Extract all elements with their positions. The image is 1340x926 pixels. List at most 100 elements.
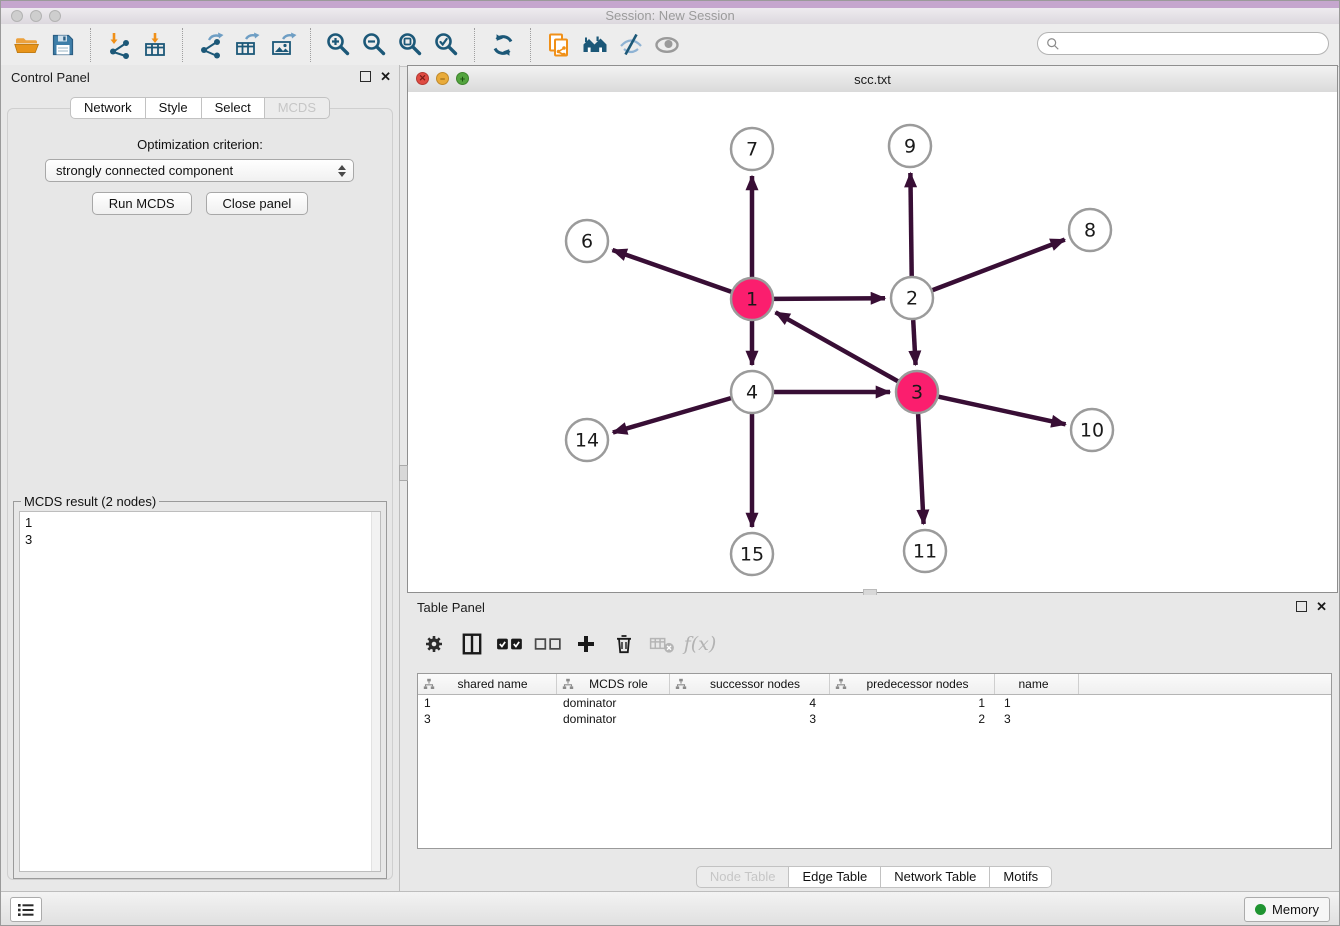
close-panel-icon[interactable]: ✕ [380,70,391,83]
zoom-in-button[interactable] [321,27,357,63]
graph-node-6[interactable]: 6 [566,220,608,262]
graph-edge-1-6[interactable] [613,250,732,292]
vertical-splitter-handle[interactable] [399,465,408,481]
cell-successor-nodes[interactable]: 4 [670,695,830,711]
svg-text:14: 14 [575,430,599,452]
graph-edge-3-1[interactable] [776,312,898,381]
tab-node-table[interactable]: Node Table [696,866,790,888]
graph-node-15[interactable]: 15 [731,533,773,575]
tab-style[interactable]: Style [145,97,202,119]
tab-network[interactable]: Network [70,97,146,119]
tab-network-table[interactable]: Network Table [880,866,990,888]
cell-mcds-role[interactable]: dominator [557,695,670,711]
open-session-button[interactable] [9,27,45,63]
cell-mcds-role[interactable]: dominator [557,711,670,727]
os-titlebar: Session: New Session [1,1,1339,25]
run-mcds-button[interactable]: Run MCDS [92,192,192,215]
cell-name[interactable]: 3 [995,711,1079,727]
import-network-button[interactable] [101,27,137,63]
table-panel-title: Table Panel [417,600,485,615]
graph-edge-4-14[interactable] [613,398,731,432]
close-table-panel-icon[interactable]: ✕ [1316,600,1327,613]
network-window-titlebar[interactable]: ✕ − + scc.txt [408,66,1337,93]
cell-predecessor-nodes[interactable]: 1 [830,695,995,711]
column-header-shared-name[interactable]: shared name [418,674,557,694]
global-search[interactable] [1037,32,1329,55]
cell-predecessor-nodes[interactable]: 2 [830,711,995,727]
zoom-out-button[interactable] [357,27,393,63]
show-columns-button[interactable] [455,629,489,659]
delete-column-button[interactable] [607,629,641,659]
cell-shared-name[interactable]: 1 [418,695,557,711]
home-browser-button[interactable] [577,27,613,63]
graph-edge-2-3[interactable] [913,320,915,365]
zoom-selected-button[interactable] [429,27,465,63]
graph-edge-2-8[interactable] [933,240,1065,291]
export-table-button[interactable] [229,27,265,63]
fit-content-button[interactable] [393,27,429,63]
graph-node-14[interactable]: 14 [566,419,608,461]
control-panel-tabs: Network Style Select MCDS [1,97,399,119]
create-column-button[interactable] [569,629,603,659]
svg-text:10: 10 [1080,420,1104,442]
deselect-all-columns-button[interactable] [531,629,565,659]
save-session-button[interactable] [45,27,81,63]
graph-node-9[interactable]: 9 [889,125,931,167]
close-panel-button[interactable]: Close panel [206,192,309,215]
column-header-mcds-role[interactable]: MCDS role [557,674,670,694]
column-header-successor-nodes[interactable]: successor nodes [670,674,830,694]
trash-icon [613,633,635,655]
graph-node-11[interactable]: 11 [904,530,946,572]
float-panel-icon[interactable] [360,71,371,82]
cytoscape-window: Session: New Session [0,0,1340,926]
function-builder-button[interactable]: f(x) [683,629,717,659]
criterion-dropdown[interactable]: strongly connected component [45,159,354,182]
table-row[interactable]: 1 dominator 4 1 1 [418,695,1331,711]
cell-shared-name[interactable]: 3 [418,711,557,727]
export-image-button[interactable] [265,27,301,63]
graph-edge-3-10[interactable] [939,397,1066,425]
graph-node-10[interactable]: 10 [1071,409,1113,451]
graph-edge-3-11[interactable] [918,414,924,524]
graph-node-1[interactable]: 1 [731,278,773,320]
graph-node-3[interactable]: 3 [896,371,938,413]
import-table-button[interactable] [137,27,173,63]
column-header-predecessor-nodes[interactable]: predecessor nodes [830,674,995,694]
network-canvas[interactable]: 7 9 6 8 1 2 4 3 14 10 15 11 [408,92,1337,592]
table-settings-button[interactable] [417,629,451,659]
export-network-button[interactable] [193,27,229,63]
cell-name[interactable]: 1 [995,695,1079,711]
clone-network-button[interactable] [541,27,577,63]
graph-node-8[interactable]: 8 [1069,209,1111,251]
delete-table-button[interactable] [645,629,679,659]
graph-edge-1-2[interactable] [774,298,885,299]
table-row[interactable]: 3 dominator 3 2 3 [418,711,1331,727]
cell-successor-nodes[interactable]: 3 [670,711,830,727]
hide-selected-button[interactable] [613,27,649,63]
toolbar-separator [310,28,312,62]
task-history-button[interactable] [10,897,42,922]
table-panel-tabs: Node Table Edge Table Network Table Moti… [407,866,1340,888]
memory-button[interactable]: Memory [1244,897,1330,922]
select-all-columns-button[interactable] [493,629,527,659]
tab-edge-table[interactable]: Edge Table [788,866,881,888]
result-scrollbar[interactable] [371,512,380,871]
mcds-result-list[interactable]: 1 3 [19,511,381,872]
toolbar-separator [530,28,532,62]
tab-mcds[interactable]: MCDS [264,97,330,119]
dropdown-stepper-icon [338,165,346,177]
graph-node-7[interactable]: 7 [731,128,773,170]
column-header-name[interactable]: name [995,674,1079,694]
tab-select[interactable]: Select [201,97,265,119]
tab-motifs[interactable]: Motifs [989,866,1052,888]
show-all-button[interactable] [649,27,685,63]
float-table-panel-icon[interactable] [1296,601,1307,612]
clone-network-icon [545,31,573,59]
control-panel-title: Control Panel [11,70,90,85]
search-input[interactable] [1065,35,1320,52]
refresh-layout-button[interactable] [485,27,521,63]
graph-node-4[interactable]: 4 [731,371,773,413]
graph-node-2[interactable]: 2 [891,277,933,319]
graph-edge-2-9[interactable] [910,173,911,276]
save-floppy-icon [49,31,77,59]
